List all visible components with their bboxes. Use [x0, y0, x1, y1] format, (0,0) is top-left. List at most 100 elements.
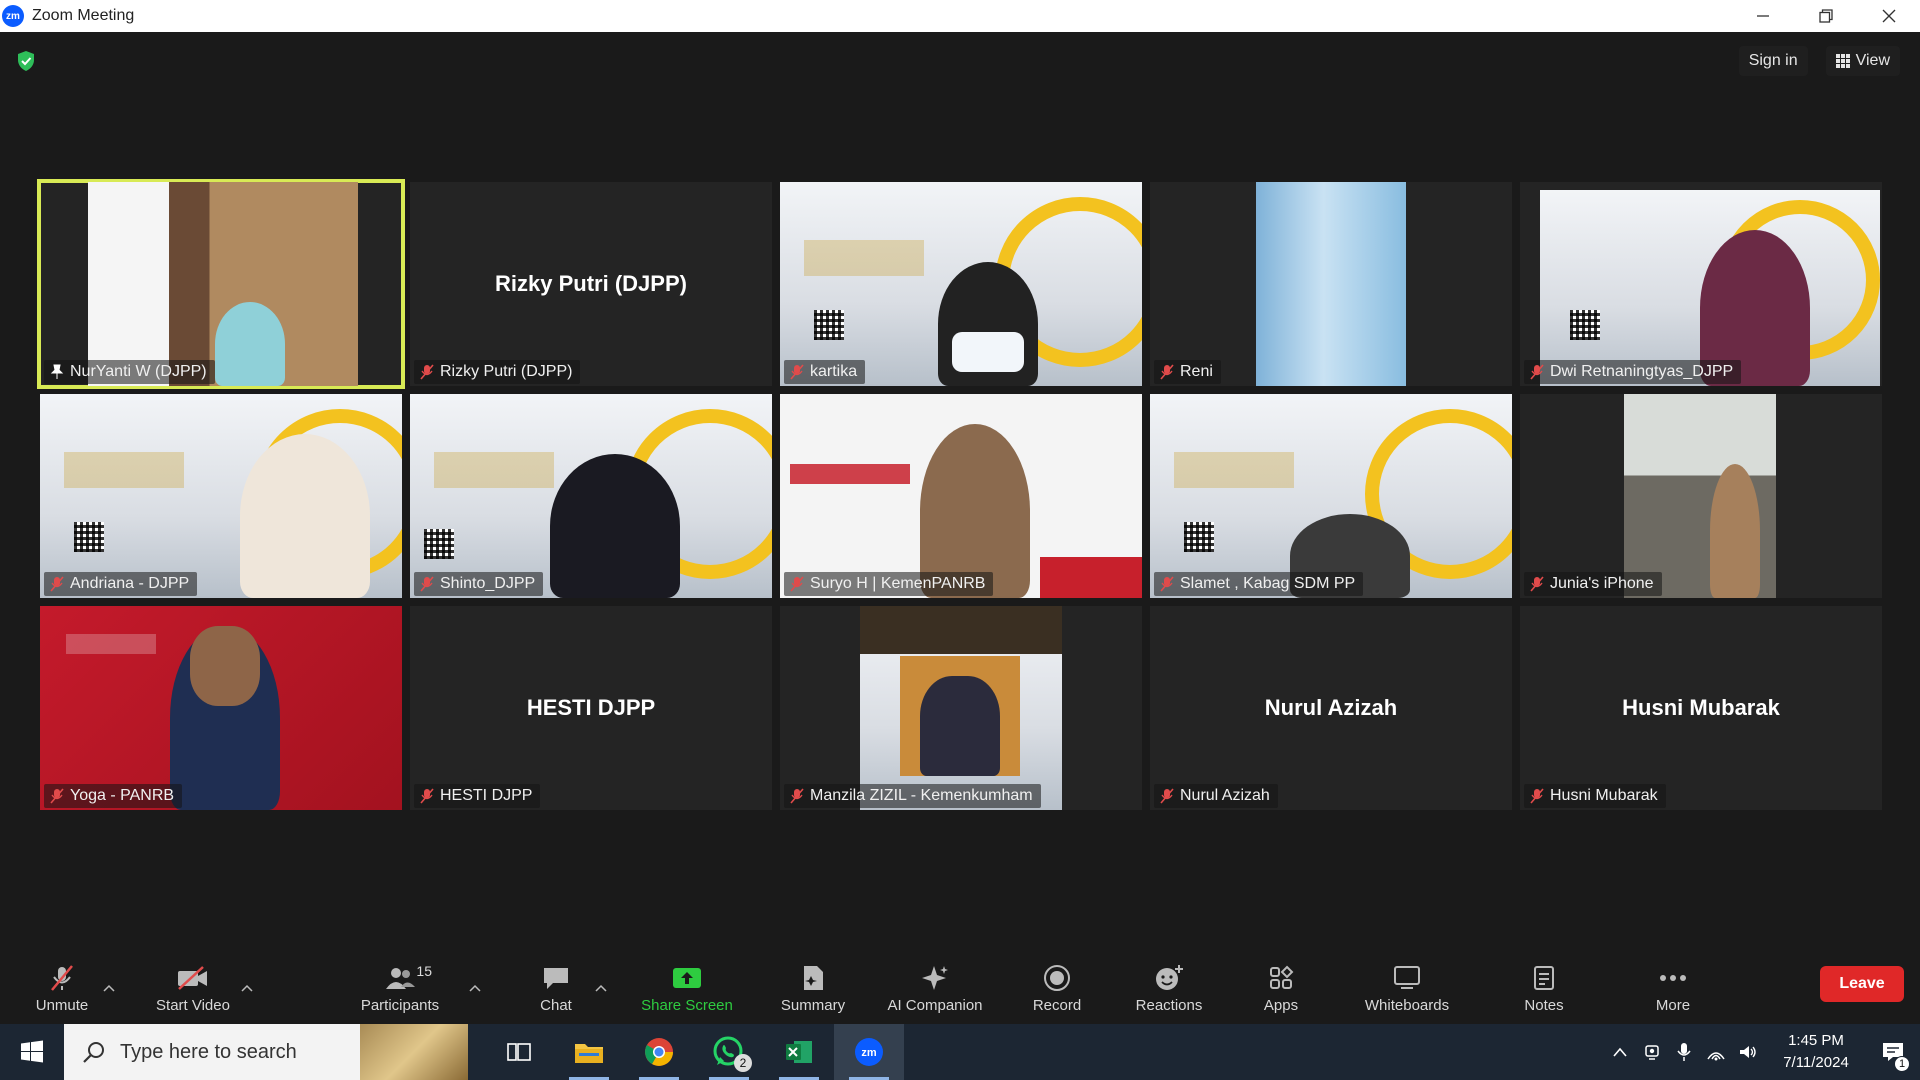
muted-mic-icon — [790, 576, 804, 592]
background-graphic — [1040, 394, 1142, 598]
taskbar-clock[interactable]: 1:45 PM 7/11/2024 — [1764, 1030, 1868, 1074]
participant-name: Andriana - DJPP — [70, 575, 190, 592]
microphone-tray-button[interactable] — [1668, 1042, 1700, 1062]
muted-mic-icon — [420, 788, 434, 804]
chevron-up-icon — [1613, 1047, 1627, 1057]
video-tile[interactable]: Suryo H | KemenPANRB — [780, 394, 1142, 598]
participant-name-label: Husni Mubarak — [1524, 784, 1666, 808]
whatsapp-button[interactable]: 2 — [694, 1024, 764, 1080]
participant-name: Slamet , Kabag SDM PP — [1180, 575, 1356, 592]
window-title: Zoom Meeting — [32, 7, 135, 24]
top-right-controls: Sign in View — [1738, 46, 1900, 76]
video-options-caret[interactable] — [238, 952, 256, 1024]
wifi-icon — [1707, 1052, 1725, 1061]
volume-button[interactable] — [1732, 1043, 1764, 1061]
summary-label: Summary — [780, 996, 846, 1014]
network-button[interactable] — [1700, 1043, 1732, 1061]
view-button[interactable]: View — [1825, 46, 1900, 76]
meeting-toolbar: Unmute Start Video 15 Participants Chat — [0, 952, 1920, 1024]
video-tile[interactable]: Nurul Azizah Nurul Azizah — [1150, 606, 1512, 810]
participants-button[interactable]: 15 Participants — [352, 952, 448, 1024]
zoom-taskbar-button[interactable]: zm — [834, 1024, 904, 1080]
meet-now-button[interactable] — [1636, 1043, 1668, 1061]
reactions-button[interactable]: Reactions — [1126, 952, 1212, 1024]
reactions-icon — [1152, 963, 1186, 993]
video-tile[interactable]: Husni Mubarak Husni Mubarak — [1520, 606, 1882, 810]
audio-options-caret[interactable] — [100, 952, 118, 1024]
chrome-button[interactable] — [624, 1024, 694, 1080]
notifications-button[interactable]: 1 — [1868, 1024, 1920, 1080]
muted-mic-icon — [790, 364, 804, 380]
task-view-icon — [507, 1043, 531, 1061]
participants-label: Participants — [360, 996, 440, 1014]
video-tile[interactable]: Rizky Putri (DJPP) Rizky Putri (DJPP) — [410, 182, 772, 386]
show-hidden-icons-button[interactable] — [1604, 1047, 1636, 1057]
system-tray: 1:45 PM 7/11/2024 1 — [1604, 1024, 1920, 1080]
sparkle-icon — [918, 963, 952, 993]
video-tile[interactable]: Junia's iPhone — [1520, 394, 1882, 598]
participants-options-caret[interactable] — [466, 952, 484, 1024]
minimize-icon — [1756, 15, 1769, 17]
unmute-label: Unmute — [35, 996, 89, 1014]
video-tile[interactable]: Reni — [1150, 182, 1512, 386]
apps-button[interactable]: Apps — [1250, 952, 1312, 1024]
taskbar-apps: 2 zm — [484, 1024, 904, 1080]
video-tile[interactable]: Slamet , Kabag SDM PP — [1150, 394, 1512, 598]
start-button[interactable] — [0, 1024, 64, 1080]
unmute-button[interactable]: Unmute — [22, 952, 102, 1024]
chevron-up-icon — [469, 984, 481, 992]
ai-companion-label: AI Companion — [887, 996, 983, 1014]
minimize-button[interactable] — [1731, 0, 1794, 32]
video-tile[interactable]: Andriana - DJPP — [40, 394, 402, 598]
participant-name-label: Reni — [1154, 360, 1221, 384]
video-tile[interactable]: Shinto_DJPP — [410, 394, 772, 598]
whatsapp-badge: 2 — [734, 1054, 752, 1072]
folder-icon — [575, 1044, 603, 1063]
qr-code-graphic — [74, 522, 104, 552]
whiteboards-button[interactable]: Whiteboards — [1354, 952, 1460, 1024]
close-window-button[interactable] — [1857, 0, 1920, 32]
start-video-label: Start Video — [156, 996, 230, 1014]
participant-name-label: Junia's iPhone — [1524, 572, 1662, 596]
participant-name: Junia's iPhone — [1550, 575, 1654, 592]
chat-options-caret[interactable] — [592, 952, 610, 1024]
taskbar-search-input[interactable]: Type here to search — [64, 1024, 468, 1080]
chat-button[interactable]: Chat — [526, 952, 586, 1024]
more-button[interactable]: More — [1644, 952, 1702, 1024]
participant-center-name: Nurul Azizah — [1264, 695, 1398, 720]
record-button[interactable]: Record — [1022, 952, 1092, 1024]
search-icon — [83, 1042, 104, 1063]
speaker-icon — [1740, 1046, 1756, 1058]
video-tile[interactable]: Yoga - PANRB — [40, 606, 402, 810]
participants-count: 15 — [416, 962, 432, 979]
whiteboards-label: Whiteboards — [1364, 996, 1450, 1014]
video-tile[interactable]: Manzila ZIZIL - Kemenkumham — [780, 606, 1142, 810]
video-tile[interactable]: kartika — [780, 182, 1142, 386]
muted-mic-icon — [1160, 788, 1174, 804]
task-view-button[interactable] — [484, 1024, 554, 1080]
sign-in-button[interactable]: Sign in — [1738, 46, 1808, 76]
summary-button[interactable]: Summary — [770, 952, 856, 1024]
notes-button[interactable]: Notes — [1514, 952, 1574, 1024]
restore-button[interactable] — [1794, 0, 1857, 32]
record-icon — [1040, 963, 1074, 993]
participant-name: Dwi Retnaningtyas_DJPP — [1550, 363, 1734, 380]
grid-view-icon — [1835, 54, 1850, 68]
muted-mic-icon — [50, 576, 64, 592]
berakhlak-logo-graphic — [790, 464, 910, 484]
ai-companion-button[interactable]: AI Companion — [876, 952, 994, 1024]
video-tile[interactable]: HESTI DJPP HESTI DJPP — [410, 606, 772, 810]
window-controls — [1731, 0, 1920, 32]
muted-mic-icon — [1530, 364, 1544, 380]
participant-name: Manzila ZIZIL - Kemenkumham — [810, 787, 1033, 804]
reactions-label: Reactions — [1135, 996, 1203, 1014]
video-tile[interactable]: NurYanti W (DJPP) — [37, 179, 405, 389]
share-screen-button[interactable]: Share Screen — [632, 952, 742, 1024]
leave-button[interactable]: Leave — [1820, 966, 1904, 1002]
excel-button[interactable] — [764, 1024, 834, 1080]
file-explorer-button[interactable] — [554, 1024, 624, 1080]
apps-label: Apps — [1263, 996, 1299, 1014]
encryption-shield-icon[interactable] — [16, 50, 36, 72]
video-tile[interactable]: Dwi Retnaningtyas_DJPP — [1520, 182, 1882, 386]
start-video-button[interactable]: Start Video — [148, 952, 238, 1024]
